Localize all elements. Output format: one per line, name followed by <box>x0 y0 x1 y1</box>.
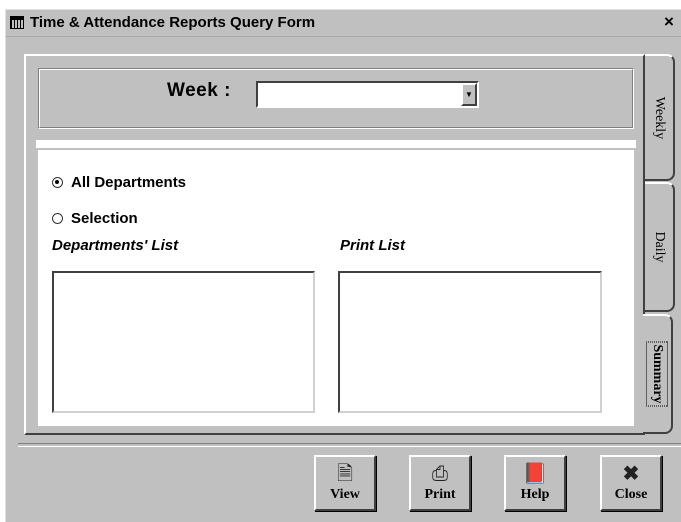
tab-summary[interactable]: Summary <box>643 314 673 434</box>
tab-summary-label: Summary <box>648 333 666 415</box>
radio-button-unselected[interactable] <box>52 213 63 224</box>
help-button[interactable]: 📕 Help <box>504 455 566 511</box>
title-bar[interactable]: Time & Attendance Reports Query Form × <box>6 10 681 37</box>
magnifier-document-icon: 🗎 <box>336 463 354 485</box>
print-listbox[interactable] <box>338 271 602 413</box>
tab-daily[interactable]: Daily <box>645 182 675 312</box>
departments-list-label: Departments' List <box>52 237 179 254</box>
book-icon: 📕 <box>522 463 548 485</box>
print-button-label: Print <box>424 487 456 502</box>
help-button-label: Help <box>520 487 550 502</box>
radio-all-departments-label: All Departments <box>71 174 187 191</box>
window-title: Time & Attendance Reports Query Form <box>30 14 316 31</box>
printer-icon: ⎙ <box>432 463 448 485</box>
summary-panel: Week : ▼ All Departments Selection Depar… <box>24 54 645 435</box>
week-dropdown[interactable]: ▼ <box>256 81 479 108</box>
close-button-label: Close <box>614 487 648 502</box>
radio-button-selected[interactable] <box>52 177 63 188</box>
dropdown-arrow-icon[interactable]: ▼ <box>461 83 477 106</box>
radio-all-departments[interactable]: All Departments <box>52 174 186 191</box>
query-form-window: Time & Attendance Reports Query Form × W… <box>5 9 681 522</box>
tab-weekly[interactable]: Weekly <box>645 54 675 181</box>
week-group: Week : ▼ <box>38 68 634 129</box>
tab-weekly-label: Weekly <box>652 96 667 139</box>
close-button[interactable]: ✖ Close <box>600 455 662 511</box>
department-group: All Departments Selection Departments' L… <box>38 150 634 426</box>
view-button-label: View <box>330 487 360 502</box>
close-x-icon: ✖ <box>622 463 640 485</box>
radio-selection[interactable]: Selection <box>52 210 138 227</box>
close-window-button[interactable]: × <box>659 12 679 32</box>
week-label: Week : <box>167 80 231 101</box>
separator <box>18 443 681 447</box>
print-button[interactable]: ⎙ Print <box>409 455 471 511</box>
form-icon[interactable] <box>10 16 24 29</box>
radio-selection-label: Selection <box>71 210 138 227</box>
divider <box>36 140 636 148</box>
print-list-label: Print List <box>340 237 406 254</box>
departments-listbox[interactable] <box>52 271 315 413</box>
view-button[interactable]: 🗎 View <box>314 455 376 511</box>
tab-daily-label: Daily <box>652 231 667 263</box>
